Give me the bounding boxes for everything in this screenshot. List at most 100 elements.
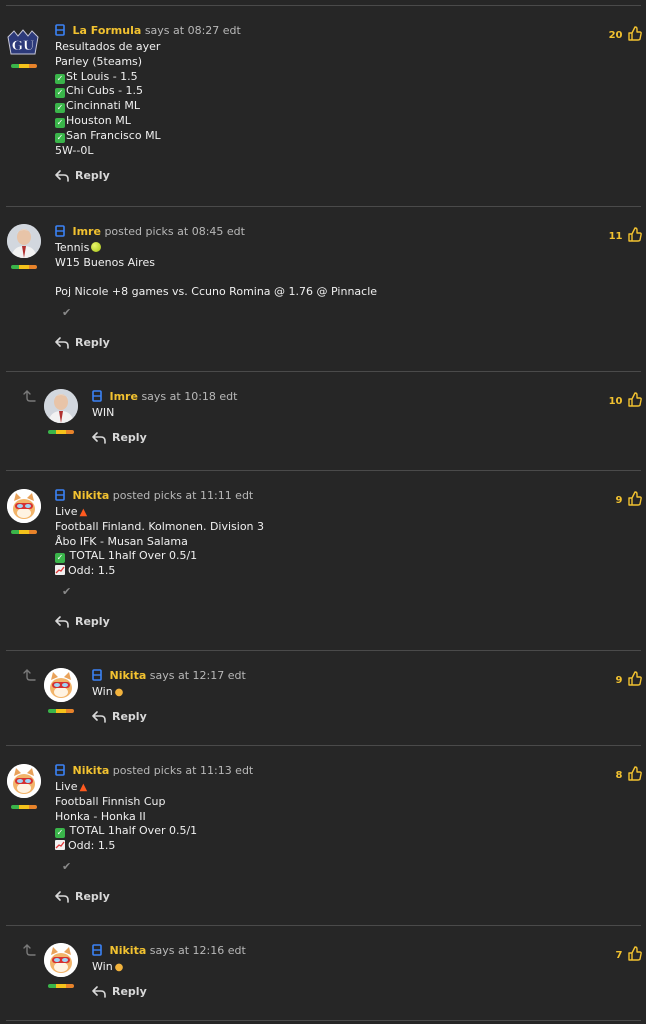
- checkmark-icon: ✓: [55, 828, 65, 839]
- like-button[interactable]: 11: [609, 227, 642, 243]
- timestamp: says at 12:17 edt: [149, 669, 246, 682]
- avatar[interactable]: [7, 489, 41, 523]
- body-line: Live ▲: [55, 505, 264, 520]
- body-line: Resultados de ayer: [55, 40, 161, 53]
- timestamp: says at 08:27 edt: [144, 24, 241, 37]
- divider: [6, 745, 641, 746]
- username[interactable]: Nikita: [110, 944, 147, 957]
- reply-button[interactable]: Reply: [55, 168, 110, 184]
- like-count: 8: [615, 770, 623, 781]
- username[interactable]: Imre: [110, 390, 138, 403]
- reply-arrow-icon: [55, 337, 69, 349]
- timestamp: says at 10:18 edt: [141, 390, 238, 403]
- ticket-icon: [92, 944, 102, 956]
- body-line: 5W--0L: [55, 143, 94, 157]
- body-line: ✓ San Francisco ML: [55, 128, 161, 143]
- comment-header: Nikita says at 12:17 edt: [92, 669, 246, 683]
- timestamp: says at 12:16 edt: [149, 944, 246, 957]
- divider: [6, 470, 641, 471]
- thumbs-up-icon: [628, 26, 642, 41]
- avatar[interactable]: [44, 943, 78, 977]
- body-line: Parley (5teams): [55, 54, 143, 68]
- comment-body: Win ●: [92, 685, 123, 700]
- username[interactable]: Imre: [73, 225, 101, 238]
- ticket-icon: [55, 225, 65, 237]
- reply-button[interactable]: Reply: [55, 335, 110, 351]
- comment-body: Tennis W15 Buenos Aires Poj Nicole +8 ga…: [55, 241, 377, 300]
- like-button[interactable]: 9: [616, 671, 642, 687]
- tennis-ball-icon: [91, 242, 102, 252]
- reply-arrow-icon: [55, 170, 69, 182]
- ticket-icon: [55, 24, 65, 36]
- svg-text:GU: GU: [12, 39, 35, 54]
- like-button[interactable]: 9: [616, 491, 642, 507]
- nested-reply-icon: [23, 390, 36, 402]
- nested-reply-icon: [23, 669, 36, 681]
- reply-arrow-icon: [92, 986, 106, 998]
- body-line: Odd: 1.5: [55, 839, 197, 854]
- username[interactable]: Nikita: [73, 489, 110, 502]
- divider: [6, 925, 641, 926]
- body-line: Honka - Honka II: [55, 809, 146, 823]
- like-count: 20: [608, 30, 623, 41]
- body-line: ✓ St Louis - 1.5: [55, 69, 138, 84]
- like-button[interactable]: 8: [616, 766, 642, 782]
- username[interactable]: La Formula: [73, 24, 142, 37]
- timestamp: posted picks at 11:11 edt: [112, 489, 254, 502]
- comment-header: Nikita posted picks at 11:11 edt: [55, 489, 253, 503]
- like-count: 9: [615, 495, 623, 506]
- checkmark-icon: ✔: [62, 585, 72, 598]
- reply-button[interactable]: Reply: [92, 984, 147, 1000]
- divider: [6, 5, 641, 6]
- avatar[interactable]: [44, 668, 78, 702]
- medal-icon: ●: [114, 687, 124, 698]
- reply-button[interactable]: Reply: [92, 709, 147, 725]
- body-line: [55, 271, 377, 286]
- like-count: 11: [608, 231, 623, 242]
- checkmark-icon: ✔: [62, 306, 72, 319]
- thumbs-up-icon: [628, 766, 642, 781]
- reply-button[interactable]: Reply: [92, 430, 147, 446]
- avatar[interactable]: [7, 764, 41, 798]
- avatar[interactable]: GU: [6, 27, 40, 61]
- comment-body: Win ●: [92, 960, 123, 975]
- rank-bar: [11, 64, 37, 68]
- comment-body: Resultados de ayer Parley (5teams) ✓ St L…: [55, 40, 161, 158]
- username[interactable]: Nikita: [73, 764, 110, 777]
- comment-header: Imre says at 10:18 edt: [92, 390, 237, 404]
- ticket-icon: [92, 390, 102, 402]
- body-line: Odd: 1.5: [55, 564, 264, 579]
- ticket-icon: [55, 764, 65, 776]
- avatar[interactable]: [7, 224, 41, 258]
- checkmark-icon: ✓: [55, 73, 65, 84]
- body-line: ✓ Chi Cubs - 1.5: [55, 84, 144, 99]
- ticket-icon: [92, 669, 102, 681]
- body-line: Win ●: [92, 685, 123, 700]
- reply-button[interactable]: Reply: [55, 889, 110, 905]
- body-line: Tennis: [55, 241, 377, 256]
- body-line: Åbo IFK - Musan Salama: [55, 534, 188, 548]
- timestamp: posted picks at 11:13 edt: [112, 764, 254, 777]
- comment-header: Nikita posted picks at 11:13 edt: [55, 764, 253, 778]
- like-button[interactable]: 20: [609, 26, 642, 42]
- comment-header: La Formula says at 08:27 edt: [55, 24, 241, 38]
- thumbs-up-icon: [628, 946, 642, 961]
- like-button[interactable]: 7: [616, 946, 642, 962]
- reply-arrow-icon: [55, 616, 69, 628]
- thumbs-up-icon: [628, 671, 642, 686]
- checkmark-icon: ✓: [55, 553, 65, 564]
- ticket-icon: [55, 489, 65, 501]
- like-count: 9: [615, 675, 623, 686]
- reply-button[interactable]: Reply: [55, 614, 110, 630]
- thumbs-up-icon: [628, 392, 642, 407]
- username[interactable]: Nikita: [110, 669, 147, 682]
- rank-bar: [11, 530, 37, 534]
- rank-bar: [11, 265, 37, 269]
- body-line: Poj Nicole +8 games vs. Ccuno Romina @ 1…: [55, 285, 378, 299]
- avatar[interactable]: [44, 389, 78, 423]
- reply-arrow-icon: [55, 891, 69, 903]
- like-button[interactable]: 10: [609, 392, 642, 408]
- body-line: ✓ TOTAL 1half Over 0.5/1: [55, 824, 198, 839]
- reply-arrow-icon: [92, 432, 106, 444]
- comment-body: Live ▲ Football Finland. Kolmonen. Divisi…: [55, 505, 264, 579]
